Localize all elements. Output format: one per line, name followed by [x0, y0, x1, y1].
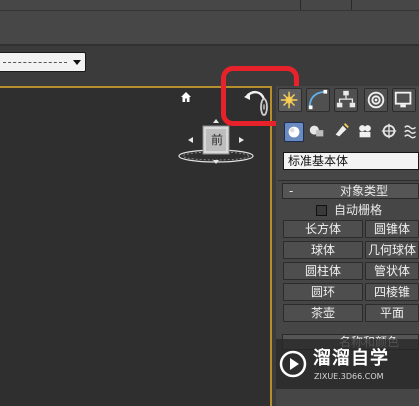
toolbar-divider [300, 0, 301, 10]
dropdown-arrow-icon[interactable] [73, 60, 81, 65]
auto-grid-checkbox[interactable] [316, 205, 327, 216]
motion-icon [367, 91, 385, 109]
torus-button[interactable]: 圆环 [283, 283, 363, 301]
lights-icon [335, 123, 349, 137]
helpers-subcategory[interactable] [380, 122, 400, 142]
home-icon[interactable] [180, 91, 192, 103]
modify-arc-icon [308, 89, 328, 110]
toolbar-separator [0, 10, 419, 11]
geosphere-button[interactable]: 几何球体 [365, 241, 419, 259]
toolbar-divider [351, 0, 352, 10]
watermark-url: ZIXUE.3D66.COM [314, 372, 384, 381]
spacewarps-subcategory[interactable] [402, 122, 419, 142]
motion-tab[interactable] [364, 88, 388, 112]
geometry-subcategory[interactable] [284, 122, 304, 142]
plane-button[interactable]: 平面 [365, 304, 419, 322]
display-tab[interactable] [392, 88, 416, 112]
pyramid-button[interactable]: 四棱锥 [365, 283, 419, 301]
cameras-icon [359, 125, 371, 138]
lights-subcategory[interactable] [332, 122, 352, 142]
cameras-subcategory[interactable] [356, 122, 376, 142]
top-toolbar [0, 0, 419, 46]
cylinder-button[interactable]: 圆柱体 [283, 262, 363, 280]
object-type-rollout-header[interactable]: - 对象类型 [282, 183, 419, 199]
command-panel-tabs [276, 88, 419, 114]
object-category-value: 标准基本体 [288, 154, 349, 168]
cone-button[interactable]: 圆锥体 [365, 220, 419, 238]
spacewarps-icon [404, 125, 417, 139]
teapot-button[interactable]: 茶壶 [283, 304, 363, 322]
hierarchy-tab[interactable] [334, 88, 358, 112]
shapes-subcategory[interactable] [308, 122, 328, 142]
rollout-title: 对象类型 [340, 184, 389, 198]
tube-button[interactable]: 管状体 [365, 262, 419, 280]
shapes-icon [309, 125, 324, 137]
geometry-sphere-icon [288, 126, 300, 138]
watermark-title: 溜溜自学 [313, 348, 389, 369]
object-category-dropdown[interactable]: 标准基本体 [283, 152, 419, 170]
sphere-button[interactable]: 球体 [283, 241, 363, 259]
toolbar-separator [0, 44, 419, 46]
dropdown-placeholder-dashes [3, 62, 67, 63]
auto-grid-label: 自动栅格 [334, 203, 383, 217]
rollout-collapse-toggle[interactable]: - [289, 184, 293, 198]
modify-tab[interactable] [306, 88, 330, 112]
display-monitor-icon [394, 91, 412, 108]
create-tab[interactable] [278, 88, 302, 112]
hierarchy-icon [336, 90, 356, 108]
create-star-icon [280, 91, 298, 109]
watermark-play-logo [279, 350, 307, 378]
create-subcategory-bar [282, 122, 419, 144]
helpers-icon [381, 123, 397, 139]
box-button[interactable]: 长方体 [283, 220, 363, 238]
selection-set-dropdown[interactable] [0, 52, 86, 72]
viewcube-face-label: 前 [210, 133, 223, 147]
